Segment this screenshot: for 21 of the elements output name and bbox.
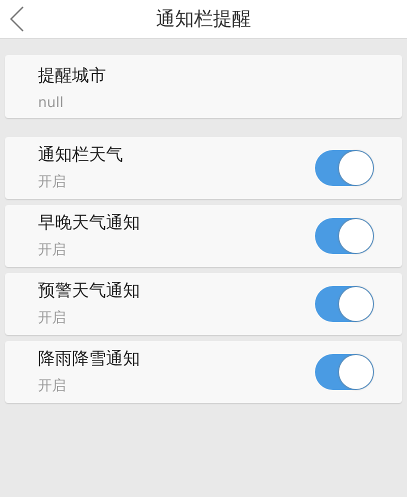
city-card[interactable]: 提醒城市 null — [5, 55, 402, 118]
setting-label: 通知栏天气 — [38, 144, 123, 167]
toggle-switch[interactable] — [315, 354, 374, 390]
setting-label: 提醒城市 — [38, 65, 106, 88]
setting-label: 预警天气通知 — [38, 280, 140, 303]
setting-status: 开启 — [38, 173, 66, 192]
setting-row[interactable]: 早晚天气通知 开启 — [5, 205, 402, 267]
back-icon[interactable] — [10, 6, 24, 32]
toggle-switch[interactable] — [315, 218, 374, 254]
setting-value: null — [38, 94, 64, 113]
page-title: 通知栏提醒 — [156, 7, 251, 32]
setting-row[interactable]: 降雨降雪通知 开启 — [5, 341, 402, 403]
setting-status: 开启 — [38, 241, 66, 260]
setting-label: 早晚天气通知 — [38, 212, 140, 235]
setting-status: 开启 — [38, 377, 66, 396]
setting-label: 降雨降雪通知 — [38, 348, 140, 371]
toggle-switch[interactable] — [315, 286, 374, 322]
setting-row[interactable]: 预警天气通知 开启 — [5, 273, 402, 335]
setting-row[interactable]: 通知栏天气 开启 — [5, 137, 402, 199]
toggle-switch[interactable] — [315, 150, 374, 186]
setting-status: 开启 — [38, 309, 66, 328]
